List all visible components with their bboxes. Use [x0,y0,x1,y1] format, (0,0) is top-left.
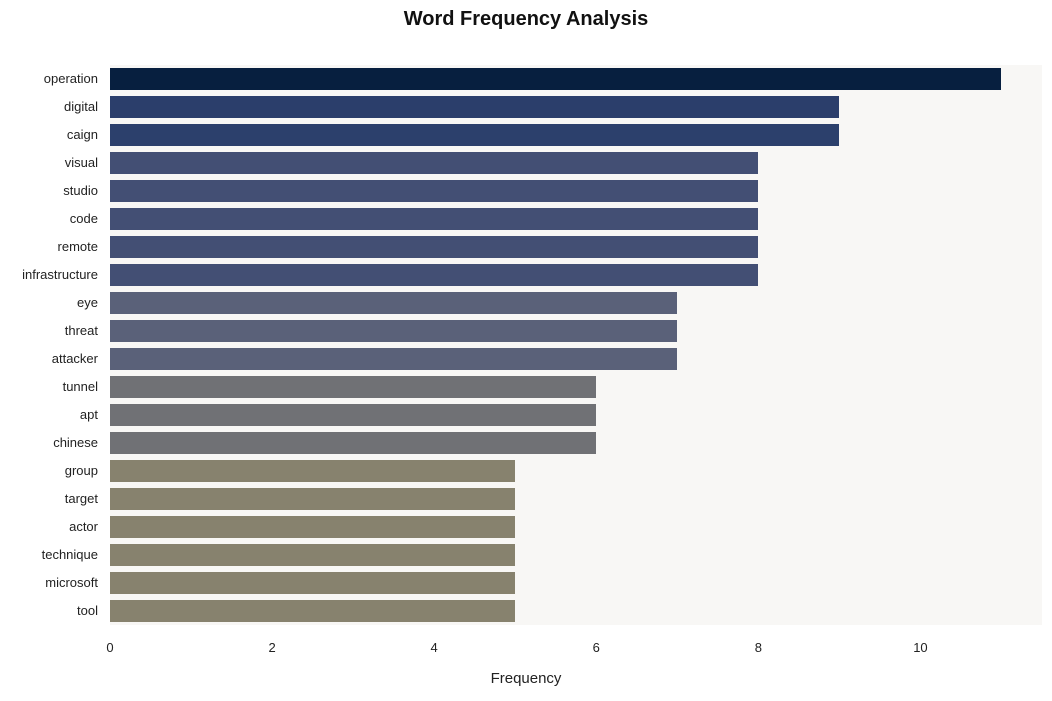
bar-code [110,208,758,230]
bar-group [110,460,515,482]
bar-chinese [110,432,596,454]
y-label-code: code [0,205,102,233]
y-label-technique: technique [0,541,102,569]
x-axis-label: Frequency [0,670,1052,687]
y-label-remote: remote [0,233,102,261]
bar-threat [110,320,677,342]
bar-visual [110,152,758,174]
y-label-visual: visual [0,149,102,177]
bar-operation [110,68,1001,90]
bar-infrastructure [110,264,758,286]
y-label-attacker: attacker [0,345,102,373]
y-label-tunnel: tunnel [0,373,102,401]
x-tick: 6 [576,640,616,655]
bar-microsoft [110,572,515,594]
y-label-chinese: chinese [0,429,102,457]
x-tick: 4 [414,640,454,655]
bar-attacker [110,348,677,370]
bar-tool [110,600,515,622]
bar-studio [110,180,758,202]
bar-target [110,488,515,510]
bar-digital [110,96,839,118]
y-label-threat: threat [0,317,102,345]
y-label-caign: caign [0,121,102,149]
y-label-group: group [0,457,102,485]
bar-caign [110,124,839,146]
y-label-eye: eye [0,289,102,317]
bar-actor [110,516,515,538]
bar-remote [110,236,758,258]
x-tick: 2 [252,640,292,655]
chart-title: Word Frequency Analysis [0,8,1052,31]
bar-eye [110,292,677,314]
y-label-microsoft: microsoft [0,569,102,597]
plot-area [110,36,1042,636]
y-label-infrastructure: infrastructure [0,261,102,289]
y-label-tool: tool [0,597,102,625]
y-label-apt: apt [0,401,102,429]
y-label-target: target [0,485,102,513]
bar-technique [110,544,515,566]
y-label-actor: actor [0,513,102,541]
x-tick: 0 [90,640,130,655]
word-frequency-chart: Word Frequency Analysis operationdigital… [0,0,1052,701]
y-label-operation: operation [0,65,102,93]
bar-apt [110,404,596,426]
x-tick: 10 [900,640,940,655]
bar-tunnel [110,376,596,398]
x-tick: 8 [738,640,778,655]
y-label-digital: digital [0,93,102,121]
y-label-studio: studio [0,177,102,205]
